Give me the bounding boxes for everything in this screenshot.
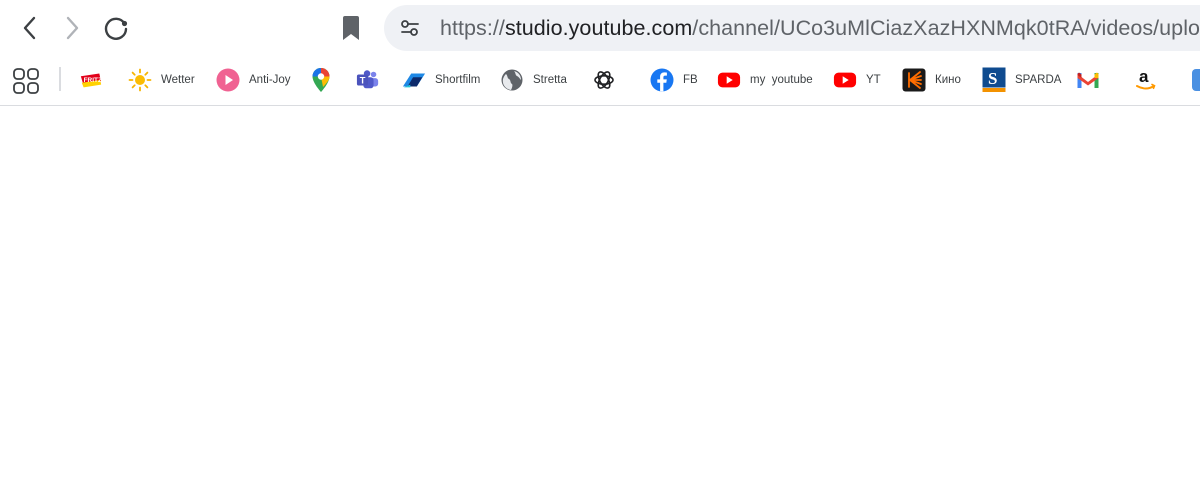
bookmark-amazon[interactable]: a [1134, 66, 1158, 94]
facebook-icon [650, 68, 674, 92]
amazon-icon: a [1134, 67, 1158, 92]
bookmark-label: my youtube [750, 74, 813, 86]
url-path: /channel/UCo3uMlCiazXazHXNMqk0tRA/videos… [692, 16, 1200, 40]
bookmark-label: FB [683, 74, 698, 86]
bookmark-openai[interactable] [592, 66, 616, 94]
tune-icon [401, 20, 419, 36]
bookmark-partial-icon [1191, 68, 1200, 92]
page-content [0, 107, 1200, 504]
back-arrow-icon [23, 16, 36, 40]
url-host: studio.youtube.com [504, 16, 693, 40]
bookmark-kino[interactable]: Кино [902, 66, 961, 94]
sparda-icon: S [982, 67, 1006, 92]
apps-grid-icon [13, 68, 39, 94]
openai-icon [592, 68, 616, 92]
reload-button[interactable] [96, 8, 136, 48]
bookmark-stretta[interactable]: Stretta [500, 66, 567, 94]
address-bar[interactable]: https://studio.youtube.com/channel/UCo3u… [384, 5, 1200, 51]
map-pin-icon [309, 68, 333, 92]
bookmark-label: Wetter [161, 74, 195, 86]
bookmark-yt[interactable]: YT [833, 66, 881, 94]
bookmark-label: YT [866, 74, 881, 86]
bookmark-label: Shortfilm [435, 74, 481, 86]
youtube-icon [717, 68, 741, 92]
forward-arrow-icon [66, 16, 79, 40]
bookmark-teams[interactable]: T [356, 66, 380, 94]
svg-text:FRITZ!: FRITZ! [84, 77, 103, 84]
play-circle-icon [216, 68, 240, 92]
shortfilm-icon [402, 68, 426, 92]
reload-icon [104, 17, 128, 40]
forward-button[interactable] [52, 8, 92, 48]
bookmark-page-button[interactable] [331, 8, 371, 48]
sun-icon [128, 68, 152, 92]
bookmarks-bar: FRITZ! Wetter Anti-Joy T Shortfilm Stret… [0, 56, 1200, 106]
bookmark-my-youtube[interactable]: my youtube [717, 66, 813, 94]
kino-icon [902, 68, 926, 92]
svg-text:S: S [988, 69, 997, 88]
bookmark-label: SPARDA [1015, 74, 1062, 86]
svg-text:a: a [1139, 67, 1149, 86]
bookmark-label: Anti-Joy [249, 74, 291, 86]
url-scheme: https:// [440, 16, 505, 40]
svg-text:T: T [360, 76, 366, 86]
bookmark-antijoy[interactable]: Anti-Joy [216, 66, 291, 94]
bookmark-sparda[interactable]: S SPARDA [982, 66, 1061, 94]
bookmark-label: Кино [935, 74, 961, 86]
fritzbox-icon: FRITZ! [79, 68, 103, 92]
bookmark-label: Stretta [533, 74, 567, 86]
gmail-icon [1076, 68, 1100, 92]
teams-icon: T [356, 68, 380, 92]
url-text[interactable]: https://studio.youtube.com/channel/UCo3u… [440, 5, 1200, 51]
globe-icon [500, 68, 524, 92]
apps-button[interactable] [10, 65, 42, 97]
site-info-button[interactable] [392, 10, 428, 46]
bookmark-icon [343, 16, 359, 40]
bookmark-more[interactable] [1191, 66, 1200, 94]
back-button[interactable] [10, 8, 50, 48]
youtube-icon [833, 68, 857, 92]
bookmark-fb[interactable]: FB [650, 66, 698, 94]
bookmark-wetter[interactable]: Wetter [128, 66, 195, 94]
bookmark-fritz[interactable]: FRITZ! [79, 66, 103, 94]
bookmark-gmail[interactable] [1076, 66, 1100, 94]
bookmark-shortfilm[interactable]: Shortfilm [402, 66, 480, 94]
browser-toolbar: https://studio.youtube.com/channel/UCo3u… [0, 0, 1200, 56]
bookmark-maps[interactable] [309, 66, 333, 94]
bookmarks-separator [59, 67, 61, 91]
